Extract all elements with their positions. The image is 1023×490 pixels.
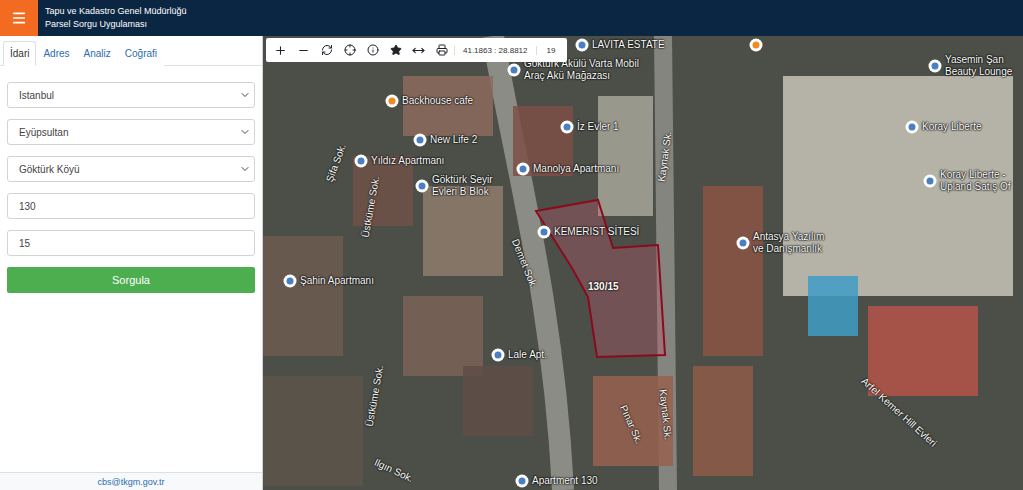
select[interactable]: Eyüpsultan [7, 119, 255, 145]
select-field: Eyüpsultan [7, 119, 255, 145]
header: Tapu ve Kadastro Genel Müdürlüğü Parsel S… [0, 0, 1023, 36]
place-label: Apartment 130 [532, 475, 598, 487]
place-label: Göktürk SeyirEvleri B Blok [432, 174, 493, 198]
hamburger-icon [11, 10, 27, 26]
map-pin-icon [515, 474, 529, 488]
query-button[interactable]: Sorgula [7, 267, 255, 293]
parcel-label: 130/15 [588, 281, 619, 292]
map-pin-icon [516, 162, 530, 176]
map-place[interactable]: Lale Apt. [491, 348, 547, 362]
map-place[interactable]: Göktürk SeyirEvleri B Blok [415, 174, 493, 198]
map-pin-icon [283, 274, 297, 288]
text-input[interactable] [7, 230, 255, 256]
map-place[interactable]: Koray Liberte -Upland Satış Of [923, 169, 1011, 193]
select-field: Göktürk Köyü [7, 156, 255, 182]
query-form: İstanbul Eyüpsultan Göktürk Köyü Sorgula [0, 66, 262, 472]
place-label: Lale Apt. [508, 349, 547, 361]
map-pin-icon [560, 120, 574, 134]
map-pin-icon [928, 59, 942, 73]
map-toolbar: 41.1863 : 28.881219 [266, 38, 567, 62]
tab[interactable]: Analiz [77, 41, 118, 66]
sidebar: İdariAdresAnalizCoğrafi İstanbul Eyüpsulta… [0, 36, 263, 490]
map-place[interactable]: LAVITA ESTATE [575, 38, 665, 52]
place-label: New Life 2 [430, 134, 477, 146]
map-pin-icon [736, 236, 750, 250]
place-label: Şahin Apartmanı [300, 275, 374, 287]
map-place[interactable]: Manolya Apartmanı [516, 162, 619, 176]
menu-button[interactable] [0, 0, 38, 36]
map-place[interactable]: Apartment 130 [515, 474, 598, 488]
zoom-level: 19 [539, 46, 564, 55]
map-place[interactable]: New Life 2 [413, 133, 477, 147]
map-pin-icon [537, 225, 551, 239]
print-button[interactable] [431, 39, 452, 61]
map-place[interactable]: İz Evler 1 [560, 120, 619, 134]
minus-icon [297, 44, 310, 57]
map-place[interactable] [749, 38, 763, 52]
refresh-icon [321, 44, 333, 56]
map-place[interactable]: KEMERIST SİTESİ [537, 225, 639, 239]
coordinates: 41.1863 : 28.8812 [454, 46, 537, 55]
place-label: Manolya Apartmanı [533, 163, 619, 175]
text-input[interactable] [7, 193, 255, 219]
map-pin-icon [354, 154, 368, 168]
map-place[interactable]: Backhouse cafe [385, 94, 473, 108]
place-label: Koray Liberte -Upland Satış Of [940, 169, 1011, 193]
favorite-button[interactable] [385, 39, 406, 61]
printer-icon [436, 44, 448, 56]
place-label: Backhouse cafe [402, 95, 473, 107]
map-pin-icon [923, 174, 937, 188]
select[interactable]: Göktürk Köyü [7, 156, 255, 182]
place-label: Yıldız Apartmanı [371, 155, 444, 167]
plus-icon [274, 44, 287, 57]
map-pin-icon [575, 38, 589, 52]
select-field: İstanbul [7, 82, 255, 108]
select[interactable]: İstanbul [7, 82, 255, 108]
zoom-in-button[interactable] [270, 39, 291, 61]
map-pin-icon [413, 133, 427, 147]
title-line: Tapu ve Kadastro Genel Müdürlüğü [45, 6, 187, 17]
app: Tapu ve Kadastro Genel Müdürlüğü Parsel S… [0, 0, 1023, 490]
measure-button[interactable] [408, 39, 429, 61]
map-pin-icon [415, 179, 429, 193]
arrows-icon [412, 44, 425, 57]
map-place[interactable]: Koray Liberte [905, 120, 981, 134]
place-label: LAVITA ESTATE [592, 39, 665, 51]
map-pin-icon [491, 348, 505, 362]
place-label: Antasya Yazılımve Danışmanlık [753, 231, 824, 255]
place-label: Yasemin ŞanBeauty Lounge [945, 54, 1012, 78]
map-place[interactable]: Antasya Yazılımve Danışmanlık [736, 231, 824, 255]
body: İdariAdresAnalizCoğrafi İstanbul Eyüpsulta… [0, 36, 1023, 490]
title-line: Parsel Sorgu Uygulaması [45, 19, 187, 30]
zoom-out-button[interactable] [293, 39, 314, 61]
place-label: Koray Liberte [922, 121, 981, 133]
map-pin-icon [507, 63, 521, 77]
chevron-down-icon [239, 126, 251, 138]
parcel-outline[interactable] [536, 200, 665, 357]
footer-email[interactable]: cbs@tkgm.gov.tr [0, 472, 262, 490]
chevron-down-icon [239, 163, 251, 175]
star-icon [390, 44, 402, 56]
tab[interactable]: Coğrafi [118, 41, 164, 66]
crosshair-icon [344, 44, 356, 56]
chevron-down-icon [239, 89, 251, 101]
map[interactable]: LAVITA ESTATEGöktürk Akülü Varta MobilAr… [263, 36, 1023, 490]
locate-button[interactable] [339, 39, 360, 61]
map-place[interactable]: Yıldız Apartmanı [354, 154, 444, 168]
tab[interactable]: Adres [36, 41, 76, 66]
info-icon [367, 44, 379, 56]
map-pin-icon [385, 94, 399, 108]
place-label: İz Evler 1 [577, 121, 619, 133]
map-pin-icon [905, 120, 919, 134]
app-title: Tapu ve Kadastro Genel Müdürlüğü Parsel S… [38, 0, 194, 36]
tab-bar: İdariAdresAnalizCoğrafi [0, 36, 262, 66]
map-pin-icon [749, 38, 763, 52]
map-place[interactable]: Şahin Apartmanı [283, 274, 374, 288]
tab[interactable]: İdari [3, 41, 36, 66]
map-place[interactable]: Yasemin ŞanBeauty Lounge [928, 54, 1012, 78]
info-button[interactable] [362, 39, 383, 61]
place-label: KEMERIST SİTESİ [554, 226, 639, 238]
refresh-button[interactable] [316, 39, 337, 61]
